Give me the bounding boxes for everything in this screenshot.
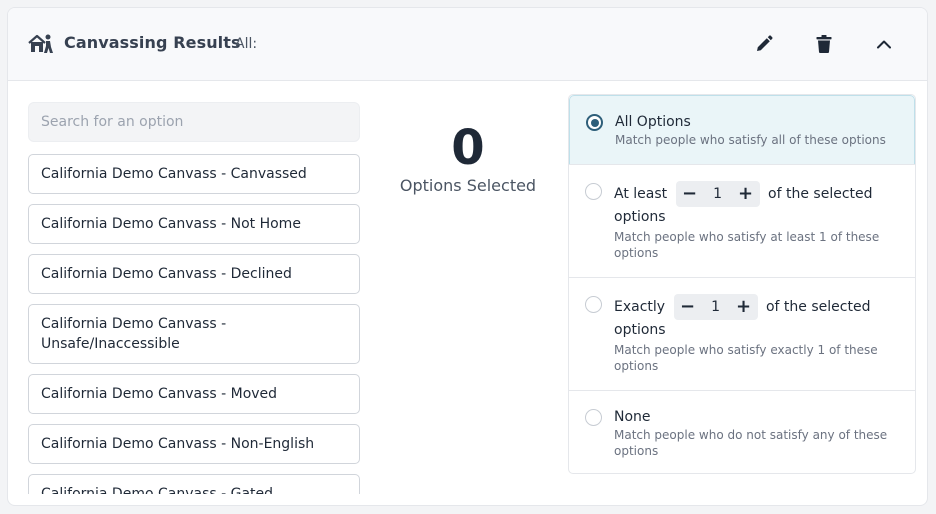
match-mode-panel: All Options Match people who satisfy all… (568, 94, 916, 474)
radio-none[interactable] (585, 409, 602, 426)
match-option-exactly[interactable]: Exactly − 1 + of the selected options Ma… (569, 277, 915, 391)
match-all-desc: Match people who satisfy all of these op… (615, 133, 886, 147)
option-item-moved[interactable]: California Demo Canvass - Moved (28, 374, 360, 414)
exactly-suffix-line2: options (614, 322, 666, 338)
match-option-all[interactable]: All Options Match people who satisfy all… (569, 95, 915, 165)
exactly-suffix: of the selected (765, 299, 871, 315)
radio-at-least[interactable] (585, 183, 602, 200)
match-exactly-desc: Match people who satisfy exactly 1 of th… (614, 343, 878, 373)
selected-count: 0 (451, 120, 485, 176)
chevron-up-icon (877, 40, 891, 49)
radio-all[interactable] (586, 114, 603, 131)
canvasser-house-icon (28, 34, 53, 53)
option-item-declined[interactable]: California Demo Canvass - Declined (28, 254, 360, 294)
card-header: Canvassing Results All: (8, 8, 927, 81)
exactly-value[interactable]: 1 (702, 295, 730, 319)
at-least-suffix-line2: options (614, 209, 666, 225)
edit-button[interactable] (750, 30, 778, 58)
option-item-non-english[interactable]: California Demo Canvass - Non-English (28, 424, 360, 464)
option-item-not-home[interactable]: California Demo Canvass - Not Home (28, 204, 360, 244)
increment-button[interactable]: + (732, 181, 760, 207)
option-item-unsafe-inaccessible[interactable]: California Demo Canvass - Unsafe/Inacces… (28, 304, 360, 364)
filter-mode-label: All: (235, 36, 258, 52)
canvassing-results-card: Canvassing Results All: California Demo … (7, 7, 928, 506)
option-item-canvassed[interactable]: California Demo Canvass - Canvassed (28, 154, 360, 194)
selected-count-label: Options Selected (399, 176, 537, 195)
at-least-value[interactable]: 1 (704, 182, 732, 206)
option-item-gated[interactable]: California Demo Canvass - Gated (28, 474, 360, 494)
delete-button[interactable] (810, 30, 838, 58)
option-list: California Demo Canvass - Canvassed Cali… (28, 154, 360, 494)
match-none-desc: Match people who do not satisfy any of t… (614, 428, 888, 458)
decrement-button[interactable]: − (676, 181, 704, 207)
match-at-least-desc: Match people who satisfy at least 1 of t… (614, 230, 880, 260)
match-all-title: All Options (615, 114, 691, 130)
match-at-least-title: At least − 1 + of the selected (614, 181, 873, 207)
match-none-title: None (614, 409, 651, 425)
increment-button[interactable]: + (730, 294, 758, 320)
edit-icon (757, 35, 773, 51)
at-least-stepper[interactable]: − 1 + (675, 181, 760, 207)
trash-icon (816, 35, 832, 53)
match-option-none[interactable]: None Match people who do not satisfy any… (569, 390, 915, 473)
option-search-input[interactable] (28, 102, 360, 142)
radio-exactly[interactable] (585, 296, 602, 313)
exactly-prefix: Exactly (614, 299, 666, 315)
section-title: Canvassing Results (64, 33, 241, 52)
exactly-stepper[interactable]: − 1 + (673, 294, 758, 320)
collapse-button[interactable] (870, 30, 898, 58)
match-exactly-title: Exactly − 1 + of the selected (614, 294, 870, 320)
decrement-button[interactable]: − (674, 294, 702, 320)
at-least-prefix: At least (614, 186, 668, 202)
at-least-suffix: of the selected (768, 186, 873, 202)
match-option-at-least[interactable]: At least − 1 + of the selected options M… (569, 164, 915, 278)
